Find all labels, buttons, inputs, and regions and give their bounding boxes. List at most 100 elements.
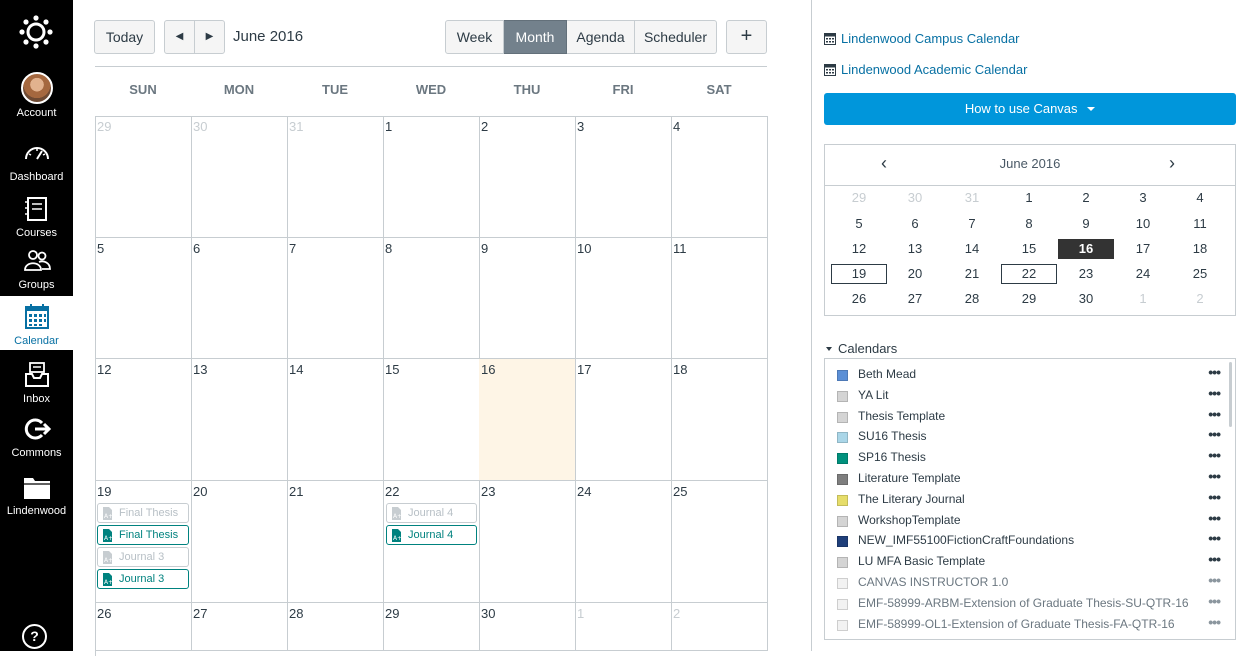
more-options-icon[interactable]: •••	[1208, 385, 1221, 401]
mini-day[interactable]: 22	[1001, 264, 1057, 284]
more-options-icon[interactable]: •••	[1208, 614, 1221, 630]
day-cell[interactable]: 26	[95, 603, 192, 651]
day-number[interactable]: 2	[673, 606, 680, 621]
calendar-list-item[interactable]: Beth Mead •••	[835, 364, 1221, 385]
mini-day[interactable]: 30	[1058, 289, 1114, 309]
prev-month-button[interactable]: ◀	[164, 20, 195, 54]
nav-commons[interactable]: Commons	[0, 414, 73, 472]
more-options-icon[interactable]: •••	[1208, 572, 1221, 588]
nav-calendar[interactable]: Calendar	[0, 296, 73, 350]
calendar-color-checkbox[interactable]	[837, 619, 848, 631]
mini-day[interactable]: 18	[1172, 239, 1228, 259]
day-cell[interactable]: 28	[287, 603, 384, 651]
mini-day[interactable]: 21	[944, 264, 1000, 284]
mini-day[interactable]: 8	[1001, 214, 1057, 234]
mini-day[interactable]: 4	[1172, 188, 1228, 208]
calendar-color-checkbox[interactable]	[837, 390, 848, 402]
calendar-list-item[interactable]: WorkshopTemplate •••	[835, 510, 1221, 531]
more-options-icon[interactable]: •••	[1208, 426, 1221, 442]
more-options-icon[interactable]: •••	[1208, 468, 1221, 484]
day-cell[interactable]: 16	[479, 359, 576, 481]
day-cell[interactable]: 17	[575, 359, 672, 481]
calendar-list-item[interactable]: EMF-58999-ARBM-Extension of Graduate The…	[835, 593, 1221, 614]
mini-day[interactable]: 24	[1115, 264, 1171, 284]
nav-inbox[interactable]: Inbox	[0, 360, 73, 418]
event-final-thesis[interactable]: A+ Final Thesis	[97, 525, 189, 545]
canvas-logo-icon[interactable]	[18, 14, 54, 50]
more-options-icon[interactable]: •••	[1208, 593, 1221, 609]
day-number[interactable]: 29	[97, 119, 111, 134]
calendar-color-checkbox[interactable]	[837, 515, 848, 527]
calendar-list-item[interactable]: YA Lit •••	[835, 385, 1221, 406]
calendar-list-item[interactable]: Thesis Template •••	[835, 406, 1221, 427]
day-cell[interactable]: 10	[575, 238, 672, 359]
view-scheduler-button[interactable]: Scheduler	[635, 20, 717, 54]
day-cell[interactable]: 5	[95, 238, 192, 359]
more-options-icon[interactable]: •••	[1208, 510, 1221, 526]
mini-day[interactable]: 26	[831, 289, 887, 309]
day-cell[interactable]: 20	[191, 481, 288, 603]
mini-day[interactable]: 6	[887, 214, 943, 234]
day-number[interactable]: 1	[385, 119, 392, 134]
mini-day[interactable]: 7	[944, 214, 1000, 234]
more-options-icon[interactable]: •••	[1208, 406, 1221, 422]
day-cell[interactable]: 14	[287, 359, 384, 481]
day-number[interactable]: 11	[673, 241, 687, 256]
day-number[interactable]: 25	[673, 484, 687, 499]
day-number[interactable]: 14	[289, 362, 303, 377]
day-number[interactable]: 16	[481, 362, 495, 377]
day-number[interactable]: 2	[481, 119, 488, 134]
calendar-color-checkbox[interactable]	[837, 411, 848, 423]
mini-day[interactable]: 5	[831, 214, 887, 234]
mini-day[interactable]: 2	[1058, 188, 1114, 208]
calendar-list-item[interactable]: The Literary Journal •••	[835, 489, 1221, 510]
day-number[interactable]: 29	[385, 606, 399, 621]
day-cell[interactable]: 29	[383, 603, 480, 651]
calendar-list-item[interactable]: NEW_IMF55100FictionCraftFoundations •••	[835, 530, 1221, 551]
day-number[interactable]: 28	[289, 606, 303, 621]
how-to-use-canvas-button[interactable]: How to use Canvas	[824, 93, 1236, 125]
day-number[interactable]: 22	[385, 484, 399, 499]
day-cell[interactable]: 8	[383, 238, 480, 359]
help-button[interactable]: ?	[22, 624, 47, 649]
day-cell[interactable]: 3	[575, 116, 672, 238]
today-button[interactable]: Today	[94, 20, 155, 54]
more-options-icon[interactable]: •••	[1208, 551, 1221, 567]
day-cell[interactable]: 4	[671, 116, 768, 238]
more-options-icon[interactable]: •••	[1208, 447, 1221, 463]
nav-account[interactable]: Account	[0, 72, 73, 130]
day-cell[interactable]: 1	[575, 603, 672, 651]
more-options-icon[interactable]: •••	[1208, 530, 1221, 546]
mini-day[interactable]: 27	[887, 289, 943, 309]
day-cell[interactable]: 27	[191, 603, 288, 651]
day-cell[interactable]: 1	[383, 116, 480, 238]
mini-day[interactable]: 14	[944, 239, 1000, 259]
mini-day[interactable]: 20	[887, 264, 943, 284]
calendar-list-item[interactable]: Literature Template •••	[835, 468, 1221, 489]
day-number[interactable]: 6	[193, 241, 200, 256]
calendar-list-item[interactable]: CANVAS INSTRUCTOR 1.0 •••	[835, 572, 1221, 593]
day-number[interactable]: 20	[193, 484, 207, 499]
day-cell[interactable]: 7	[287, 238, 384, 359]
mini-day[interactable]: 10	[1115, 214, 1171, 234]
day-cell[interactable]: 13	[191, 359, 288, 481]
mini-day[interactable]: 29	[1001, 289, 1057, 309]
day-number[interactable]: 15	[385, 362, 399, 377]
mini-day[interactable]: 28	[944, 289, 1000, 309]
day-cell[interactable]: 24	[575, 481, 672, 603]
day-cell[interactable]: 2	[479, 116, 576, 238]
day-number[interactable]: 8	[385, 241, 392, 256]
calendar-list-item[interactable]: LU MFA Basic Template •••	[835, 551, 1221, 572]
mini-day[interactable]: 19	[831, 264, 887, 284]
day-number[interactable]: 18	[673, 362, 687, 377]
day-cell[interactable]: 12	[95, 359, 192, 481]
day-cell[interactable]: 21	[287, 481, 384, 603]
mini-day[interactable]: 1	[1115, 289, 1171, 309]
day-number[interactable]: 10	[577, 241, 591, 256]
nav-courses[interactable]: Courses	[0, 194, 73, 252]
calendar-color-checkbox[interactable]	[837, 453, 848, 465]
day-cell[interactable]: 18	[671, 359, 768, 481]
day-cell[interactable]: 25	[671, 481, 768, 603]
mini-day[interactable]: 2	[1172, 289, 1228, 309]
mini-day[interactable]: 9	[1058, 214, 1114, 234]
